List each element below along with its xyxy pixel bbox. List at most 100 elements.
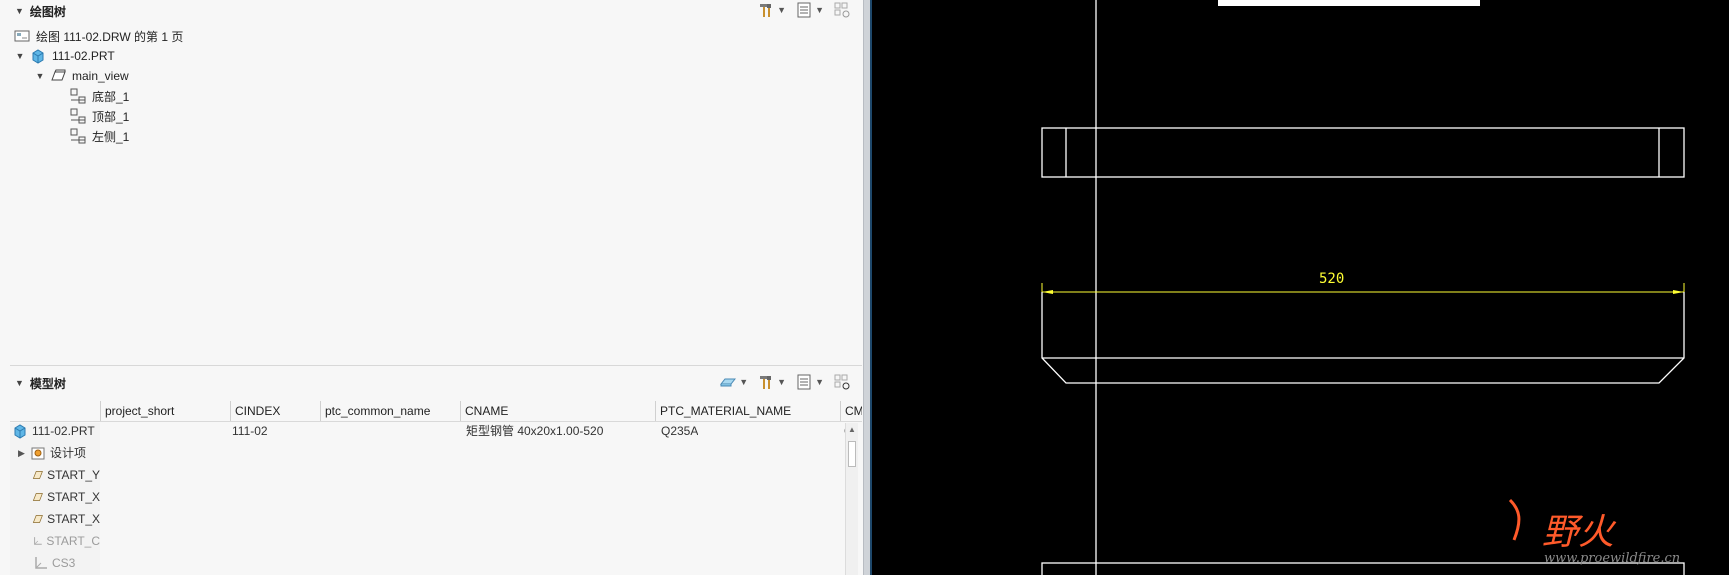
scroll-thumb[interactable] bbox=[848, 441, 856, 467]
table-row[interactable]: START_X bbox=[10, 509, 850, 529]
table-row[interactable]: START_C bbox=[10, 531, 850, 551]
datum-plane-icon bbox=[70, 108, 86, 124]
part-icon bbox=[32, 49, 44, 64]
tree-cell: START_Y bbox=[32, 465, 100, 485]
chevron-down-icon: ▼ bbox=[739, 377, 749, 387]
dimension-line bbox=[1041, 283, 1685, 358]
hammer-icon bbox=[760, 376, 772, 389]
drawing-canvas[interactable]: 520 bbox=[870, 0, 1729, 575]
model-tree-header[interactable]: ▼ 模型树 ▼ ▼ ▼ bbox=[0, 372, 862, 394]
design-items-icon bbox=[31, 447, 45, 460]
chevron-down-icon: ▼ bbox=[815, 5, 824, 15]
chevron-down-icon: ▼ bbox=[815, 377, 824, 387]
list-settings-icon bbox=[797, 374, 811, 390]
tree-item-drawing-sheet[interactable]: 绘图 111-02.DRW 的第 1 页 bbox=[14, 26, 183, 46]
dimension-value[interactable]: 520 bbox=[1319, 271, 1344, 287]
expand-icon[interactable]: ▼ bbox=[34, 71, 46, 81]
drawing-sheet-icon bbox=[14, 30, 30, 42]
tree-cell: CS3 bbox=[32, 553, 100, 573]
table-row[interactable]: ▶ 设计项 bbox=[10, 443, 850, 463]
tree-item-bottom-view[interactable]: 底部_1 bbox=[70, 86, 129, 106]
tree-cell: START_X bbox=[32, 509, 100, 529]
tree-settings-button[interactable]: ▼ bbox=[796, 2, 824, 18]
tree-item-top-view[interactable]: 顶部_1 bbox=[70, 106, 129, 126]
table-row[interactable]: START_X bbox=[10, 487, 850, 507]
model-tree-toolbar: ▼ ▼ ▼ bbox=[720, 374, 850, 390]
list-settings-icon bbox=[797, 2, 811, 18]
row-name: 111-02.PRT bbox=[32, 424, 95, 438]
column-header-ptc-common-name[interactable]: ptc_common_name bbox=[320, 401, 460, 421]
tree-item-label: main_view bbox=[72, 69, 129, 83]
plane-icon bbox=[32, 493, 43, 501]
view-icon bbox=[51, 69, 66, 81]
expand-right-icon[interactable]: ▶ bbox=[18, 443, 30, 463]
title-block-fragment bbox=[1218, 0, 1480, 6]
tree-item-main-view[interactable]: ▼ main_view bbox=[34, 66, 129, 86]
show-hide-button[interactable] bbox=[834, 374, 850, 390]
tree-cell: ▶ 设计项 bbox=[18, 443, 86, 463]
hide-items-icon bbox=[834, 2, 850, 18]
cell-cindex: 111-02 bbox=[232, 424, 268, 438]
column-header-cname[interactable]: CNAME bbox=[460, 401, 655, 421]
tree-tools-button[interactable]: ▼ bbox=[758, 2, 786, 18]
plane-icon bbox=[32, 515, 43, 523]
flame-logo-icon bbox=[1508, 498, 1521, 541]
hammer-icon bbox=[760, 4, 772, 17]
left-panel: ▼ 绘图树 ▼ ▼ 绘图 111-02.DRW 的第 1 页 ▼ 111-02.… bbox=[0, 0, 870, 575]
watermark-url: www.proewildfire.cn bbox=[1544, 551, 1681, 566]
row-name: START_X bbox=[47, 490, 100, 504]
drawing-svg bbox=[870, 0, 1685, 575]
chevron-down-icon: ▼ bbox=[777, 5, 787, 15]
model-tree-title: 模型树 bbox=[29, 376, 66, 391]
column-header-cindex[interactable]: CINDEX bbox=[230, 401, 320, 421]
collapse-icon[interactable]: ▼ bbox=[15, 378, 24, 388]
watermark-logo-text: 野火 bbox=[1542, 512, 1615, 553]
datum-plane-icon bbox=[70, 128, 86, 144]
datum-plane-icon bbox=[70, 88, 86, 104]
front-view-outline bbox=[1041, 292, 1685, 384]
tree-item-label: 顶部_1 bbox=[92, 109, 130, 124]
tree-cell: START_C bbox=[32, 531, 100, 551]
tree-item-part[interactable]: ▼ 111-02.PRT bbox=[14, 46, 115, 66]
tree-item-label: 左侧_1 bbox=[92, 129, 130, 144]
column-header-material[interactable]: PTC_MATERIAL_NAME bbox=[655, 401, 840, 421]
vertical-scrollbar[interactable]: ▲ bbox=[845, 423, 858, 575]
table-row[interactable]: 111-02.PRT 111-02 矩型钢管 40x20x1.00-520 Q2… bbox=[10, 421, 850, 441]
show-hide-button[interactable] bbox=[834, 2, 850, 18]
tree-cell: 111-02.PRT bbox=[12, 421, 95, 441]
plane-icon bbox=[32, 471, 43, 479]
column-header-cm[interactable]: CM bbox=[840, 401, 862, 421]
row-name: CS3 bbox=[52, 556, 76, 570]
drawing-tree-title: 绘图树 bbox=[29, 4, 66, 19]
table-row[interactable]: START_Y bbox=[10, 465, 850, 485]
scroll-up-icon[interactable]: ▲ bbox=[848, 425, 856, 434]
tree-item-label: 111-02.PRT bbox=[52, 49, 115, 63]
tree-item-left-view[interactable]: 左侧_1 bbox=[70, 126, 129, 146]
row-name: START_X bbox=[47, 512, 100, 526]
part-icon bbox=[14, 424, 26, 439]
column-header-project-short[interactable]: project_short bbox=[100, 401, 230, 421]
model-display-icon bbox=[720, 378, 737, 387]
model-tree-column-headers: project_short CINDEX ptc_common_name CNA… bbox=[10, 401, 862, 422]
row-name: 设计项 bbox=[50, 446, 87, 460]
tree-settings-button[interactable]: ▼ bbox=[796, 374, 824, 390]
cell-material: Q235A bbox=[661, 424, 699, 438]
tree-cell: START_X bbox=[32, 487, 100, 507]
tree-item-label: 绘图 111-02.DRW 的第 1 页 bbox=[36, 29, 184, 44]
chevron-down-icon: ▼ bbox=[777, 377, 787, 387]
hide-items-icon bbox=[834, 374, 850, 390]
model-display-button[interactable]: ▼ bbox=[720, 374, 748, 390]
top-view-outline bbox=[1041, 127, 1685, 178]
column-header-tree[interactable] bbox=[10, 401, 100, 421]
tree-tools-button[interactable]: ▼ bbox=[758, 374, 786, 390]
row-name: START_C bbox=[46, 534, 100, 548]
csys-icon bbox=[35, 557, 47, 569]
expand-icon[interactable]: ▼ bbox=[14, 51, 26, 61]
cell-cname: 矩型钢管 40x20x1.00-520 bbox=[466, 424, 604, 438]
tree-item-label: 底部_1 bbox=[92, 89, 130, 104]
table-row[interactable]: CS3 bbox=[10, 553, 850, 573]
drawing-tree-header[interactable]: ▼ 绘图树 ▼ ▼ bbox=[0, 0, 862, 22]
panel-separator[interactable] bbox=[10, 365, 862, 366]
drawing-tree-toolbar: ▼ ▼ bbox=[758, 2, 850, 18]
collapse-icon[interactable]: ▼ bbox=[15, 6, 24, 16]
